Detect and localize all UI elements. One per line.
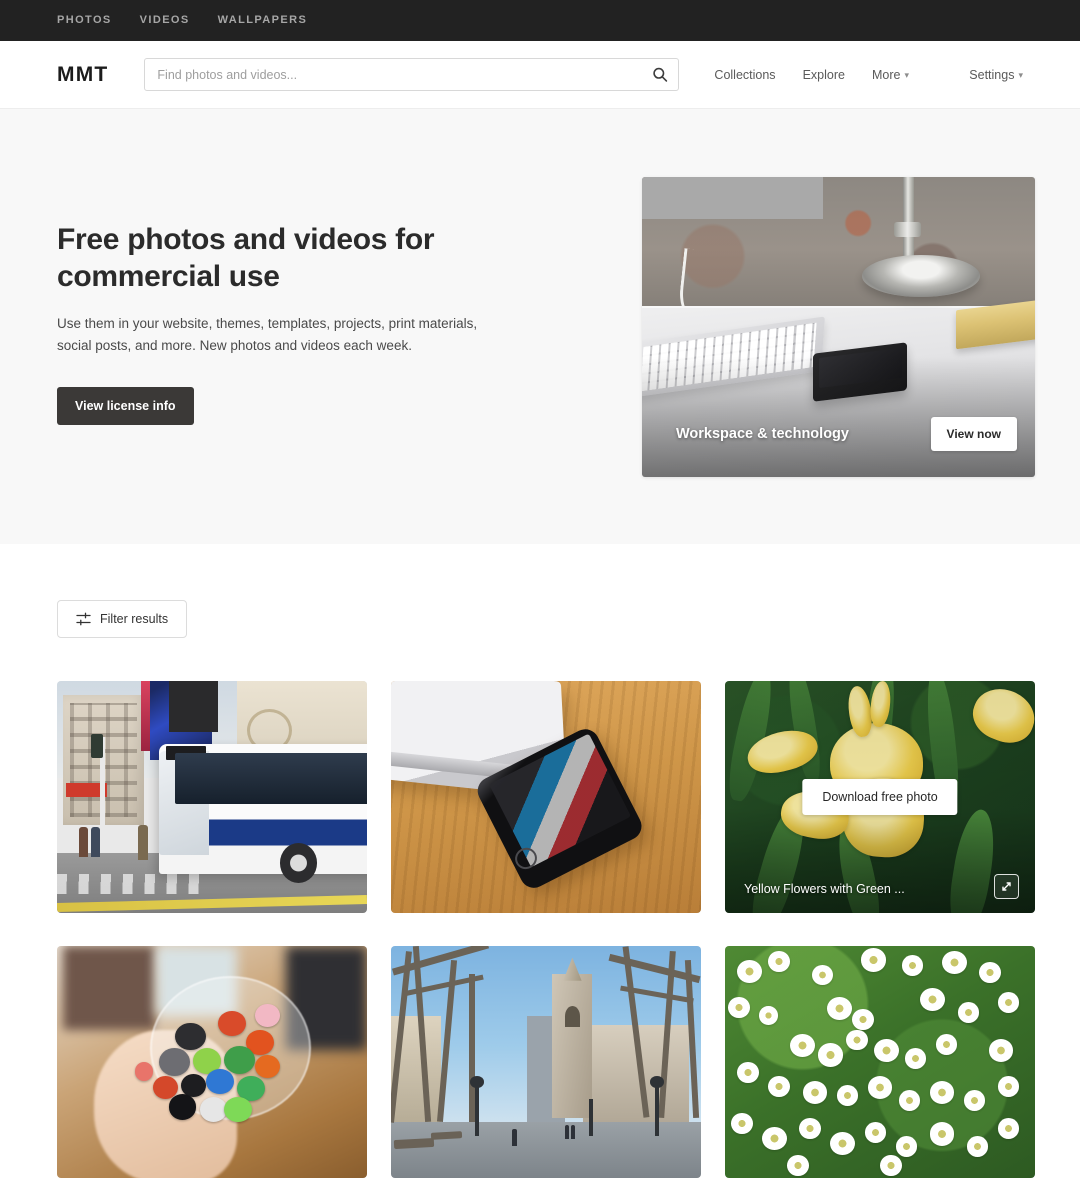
top-utility-bar: PHOTOS VIDEOS WALLPAPERS [0, 0, 1080, 41]
photo-card[interactable] [391, 946, 701, 1178]
search-input[interactable] [144, 58, 680, 91]
hero-subtitle: Use them in your website, themes, templa… [57, 316, 478, 354]
nav-link-explore[interactable]: Explore [803, 68, 845, 82]
chevron-down-icon: ▾ [904, 70, 909, 80]
hero-feature-card[interactable]: Workspace & technology View now [642, 176, 1035, 477]
hero-copy: Free photos and videos for commercial us… [57, 222, 527, 431]
filter-results-button[interactable]: Filter results [57, 600, 188, 638]
photo-image-white-flowers [725, 946, 1035, 1178]
expand-icon-button[interactable] [994, 874, 1019, 899]
photo-card[interactable] [57, 946, 367, 1178]
nav-link-settings-label: Settings [969, 67, 1015, 82]
results-section: Filter results Download free photo Yello… [0, 544, 1080, 1178]
search-bar [144, 58, 680, 91]
view-license-info-button[interactable]: View license info [57, 386, 194, 425]
photo-card[interactable] [391, 681, 701, 913]
topbar-link-photos[interactable]: PHOTOS [57, 15, 112, 26]
photo-image-city-bus [57, 681, 367, 913]
site-logo[interactable]: MMT [57, 63, 108, 87]
photo-image-plaza [391, 946, 701, 1178]
photo-grid: Download free photo Yellow Flowers with … [57, 681, 1035, 1178]
hero-card-title: Workspace & technology [676, 425, 849, 442]
search-button[interactable] [645, 61, 675, 88]
main-header: MMT Collections Explore More ▾ Settings … [0, 41, 1080, 109]
chevron-down-icon: ▾ [1018, 70, 1023, 80]
topbar-link-wallpapers[interactable]: WALLPAPERS [218, 15, 308, 26]
download-free-photo-button[interactable]: Download free photo [802, 779, 958, 815]
account-nav: Settings ▾ [969, 68, 1023, 82]
expand-icon [1000, 880, 1013, 893]
nav-link-collections-label: Collections [714, 67, 776, 82]
photo-caption: Yellow Flowers with Green ... [744, 882, 905, 896]
topbar-link-videos[interactable]: VIDEOS [140, 15, 190, 26]
filter-results-label: Filter results [100, 612, 169, 626]
photo-image-markers [57, 946, 367, 1178]
nav-link-settings[interactable]: Settings ▾ [969, 68, 1023, 82]
nav-link-collections[interactable]: Collections [714, 68, 775, 82]
primary-nav: Collections Explore More ▾ [714, 68, 909, 82]
photo-card[interactable] [57, 681, 367, 913]
nav-link-explore-label: Explore [802, 67, 845, 82]
view-now-button[interactable]: View now [930, 416, 1017, 451]
hero-title: Free photos and videos for commercial us… [57, 223, 435, 293]
tune-icon [76, 612, 91, 626]
nav-link-more[interactable]: More ▾ [872, 68, 909, 82]
search-icon [652, 67, 668, 83]
hero-section: Free photos and videos for commercial us… [0, 109, 1080, 544]
photo-card[interactable] [725, 946, 1035, 1178]
photo-image-laptop-phone [391, 681, 701, 913]
nav-link-more-label: More [871, 67, 901, 82]
photo-card-hovered[interactable]: Download free photo Yellow Flowers with … [725, 681, 1035, 913]
